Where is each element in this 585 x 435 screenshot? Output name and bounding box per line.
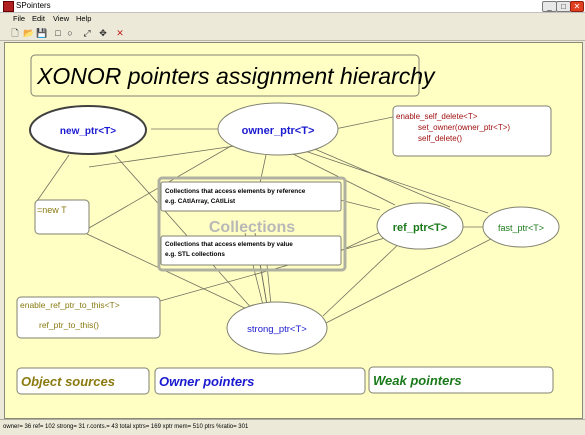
new-ptr-label: new_ptr<T> — [60, 126, 116, 137]
open-folder-icon[interactable]: 📂 — [23, 28, 34, 38]
connector-line — [325, 238, 492, 324]
enable-ref-line1: enable_ref_ptr_to_this<T> — [20, 300, 120, 310]
collections-ref-line2: e.g. CAtlArray, CAtlList — [165, 198, 236, 205]
diagram-svg: XONOR pointers assignment hierarchy new_… — [16, 54, 560, 395]
window-title: SPointers — [16, 1, 51, 10]
save-icon[interactable]: 💾 — [36, 28, 47, 38]
menu-help[interactable]: Help — [76, 13, 91, 25]
menu-file[interactable]: File — [13, 13, 25, 25]
legend-weak-pointers-label: Weak pointers — [373, 373, 462, 388]
menu-edit[interactable]: Edit — [32, 13, 45, 25]
menu-bar: File Edit View Help — [0, 13, 585, 25]
maximize-button[interactable]: □ — [556, 1, 571, 12]
legend-owner-pointers-label: Owner pointers — [159, 374, 254, 389]
status-bar: owner= 36 ref= 102 strong= 31 r.conts.= … — [0, 419, 585, 435]
app-icon — [3, 1, 14, 12]
enable-ref-line2: ref_ptr_to_this() — [39, 320, 99, 330]
status-text: owner= 36 ref= 102 strong= 31 r.conts.= … — [3, 424, 249, 430]
rectangle-icon[interactable]: □ — [53, 28, 63, 38]
ellipse-icon[interactable]: ○ — [65, 28, 75, 38]
connector-line — [36, 154, 70, 202]
connector-icon[interactable]: ⤢ — [82, 28, 92, 38]
self-delete-line3: self_delete() — [418, 134, 462, 143]
collections-by-reference-box[interactable] — [160, 181, 342, 212]
ref-ptr-label: ref_ptr<T> — [393, 222, 447, 234]
collections-val-line2: e.g. STL collections — [165, 251, 225, 258]
move-icon[interactable]: ✥ — [98, 28, 108, 38]
legend-object-sources-label: Object sources — [21, 374, 115, 389]
self-delete-line1: enable_self_delete<T> — [396, 112, 478, 121]
title-bar: SPointers _ □ ✕ — [0, 0, 585, 13]
delete-icon[interactable]: ✕ — [115, 28, 125, 38]
collections-val-line1: Collections that access elements by valu… — [165, 241, 293, 248]
toolbar: 🗋 📂 💾 □ ○ ⤢ ✥ ✕ — [0, 26, 585, 41]
diagram-canvas[interactable]: XONOR pointers assignment hierarchy new_… — [4, 42, 583, 419]
application-window: SPointers _ □ ✕ File Edit View Help 🗋 📂 … — [0, 0, 585, 435]
connector-line — [334, 116, 394, 130]
fast-ptr-label: fast_ptr<T> — [498, 223, 544, 233]
new-t-label: =new T — [37, 205, 67, 215]
self-delete-line2: set_owner(owner_ptr<T>) — [418, 123, 510, 132]
new-file-icon[interactable]: 🗋 — [10, 28, 20, 38]
strong-ptr-label: strong_ptr<T> — [247, 324, 307, 335]
collections-label: Collections — [209, 219, 295, 236]
owner-ptr-label: owner_ptr<T> — [242, 125, 315, 137]
menu-view[interactable]: View — [53, 13, 69, 25]
minimize-button[interactable]: _ — [542, 1, 557, 12]
diagram-title: XONOR pointers assignment hierarchy — [36, 63, 436, 89]
close-button[interactable]: ✕ — [570, 1, 584, 12]
collections-ref-line1: Collections that access elements by refe… — [165, 188, 306, 195]
